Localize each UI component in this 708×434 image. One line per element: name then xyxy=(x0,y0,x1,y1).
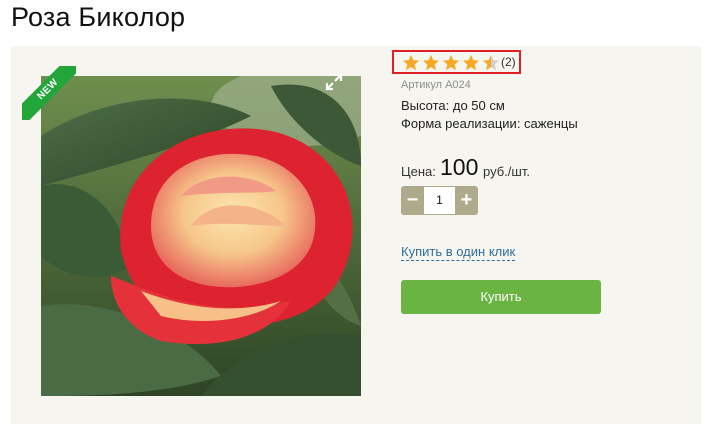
star-icon[interactable] xyxy=(402,54,420,72)
rating-count[interactable]: (2) xyxy=(501,55,516,69)
new-badge: NEW xyxy=(22,66,76,120)
star-half-icon[interactable] xyxy=(482,54,500,72)
expand-icon[interactable] xyxy=(325,73,343,91)
star-icon[interactable] xyxy=(462,54,480,72)
attribute-height: Высота: до 50 см xyxy=(401,98,505,113)
star-icon[interactable] xyxy=(442,54,460,72)
buy-one-click-link[interactable]: Купить в один клик xyxy=(401,244,516,261)
product-sku: Артикул A024 xyxy=(401,79,471,91)
quantity-input[interactable]: 1 xyxy=(424,186,455,215)
quantity-increase-button[interactable]: + xyxy=(455,186,478,215)
rose-image xyxy=(41,76,361,396)
quantity-stepper: − 1 + xyxy=(401,186,478,215)
star-icon[interactable] xyxy=(422,54,440,72)
quantity-decrease-button[interactable]: − xyxy=(401,186,424,215)
rating-stars[interactable] xyxy=(402,54,500,72)
price-label: Цена: xyxy=(401,164,436,179)
new-badge-label: NEW xyxy=(22,66,76,120)
price-unit: руб./шт. xyxy=(483,164,530,179)
attribute-form: Форма реализации: саженцы xyxy=(401,116,578,131)
page-title: Роза Биколор xyxy=(11,2,186,32)
price-value: 100 xyxy=(440,154,479,180)
rating-highlight: (2) xyxy=(392,50,521,74)
product-photo[interactable] xyxy=(41,76,361,396)
buy-button[interactable]: Купить xyxy=(401,280,601,314)
